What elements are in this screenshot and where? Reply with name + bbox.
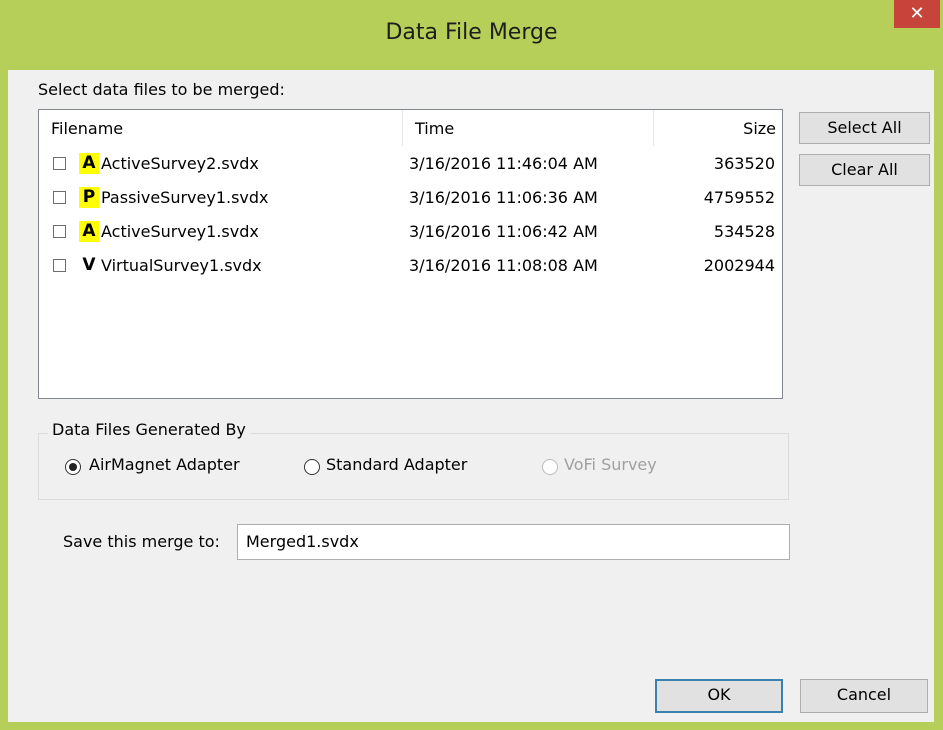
ok-button[interactable]: OK <box>655 679 783 713</box>
window-title: Data File Merge <box>385 20 558 45</box>
file-checkbox[interactable] <box>53 225 66 238</box>
file-size: 363520 <box>713 154 775 173</box>
file-time: 3/16/2016 11:08:08 AM <box>409 256 598 275</box>
file-size: 534528 <box>713 222 775 241</box>
file-row[interactable]: V VirtualSurvey1.svdx 3/16/2016 11:08:08… <box>39 250 779 284</box>
file-name: ActiveSurvey1.svdx <box>101 222 259 241</box>
cancel-button[interactable]: Cancel <box>800 679 928 713</box>
file-checkbox[interactable] <box>53 191 66 204</box>
standard-adapter-label[interactable]: Standard Adapter <box>326 455 467 474</box>
file-name: VirtualSurvey1.svdx <box>101 256 262 275</box>
airmagnet-adapter-radio[interactable] <box>65 459 81 475</box>
column-header-size[interactable]: Size <box>743 110 776 146</box>
save-merge-input[interactable]: Merged1.svdx <box>237 524 790 560</box>
file-name: ActiveSurvey2.svdx <box>101 154 259 173</box>
file-row[interactable]: P PassiveSurvey1.svdx 3/16/2016 11:06:36… <box>39 182 779 216</box>
file-checkbox[interactable] <box>53 259 66 272</box>
title-bar[interactable]: Data File Merge ✕ <box>0 0 943 70</box>
standard-adapter-radio[interactable] <box>304 459 320 475</box>
vofi-survey-radio <box>542 459 558 475</box>
dialog-body: Select data files to be merged: Filename… <box>8 70 934 722</box>
radio-selected-dot <box>69 463 77 471</box>
select-all-button[interactable]: Select All <box>799 112 930 144</box>
file-list[interactable]: Filename Time Size A ActiveSurvey2.svdx … <box>38 109 783 399</box>
dialog-window: Data File Merge ✕ Select data files to b… <box>0 0 943 730</box>
column-divider[interactable] <box>402 110 403 146</box>
virtual-survey-icon: V <box>82 255 96 275</box>
file-row[interactable]: A ActiveSurvey2.svdx 3/16/2016 11:46:04 … <box>39 148 779 182</box>
file-name: PassiveSurvey1.svdx <box>101 188 269 207</box>
file-size: 2002944 <box>703 256 775 275</box>
close-icon: ✕ <box>909 3 925 24</box>
file-size: 4759552 <box>703 188 775 207</box>
clear-all-button[interactable]: Clear All <box>799 154 930 186</box>
save-merge-label: Save this merge to: <box>63 532 220 551</box>
active-survey-icon: A <box>79 153 99 174</box>
column-header-filename[interactable]: Filename <box>51 110 123 146</box>
column-divider[interactable] <box>653 110 654 146</box>
generated-by-legend: Data Files Generated By <box>48 420 250 439</box>
vofi-survey-label: VoFi Survey <box>564 455 657 474</box>
file-time: 3/16/2016 11:06:36 AM <box>409 188 598 207</box>
file-row[interactable]: A ActiveSurvey1.svdx 3/16/2016 11:06:42 … <box>39 216 779 250</box>
close-button[interactable]: ✕ <box>894 0 940 28</box>
file-time: 3/16/2016 11:06:42 AM <box>409 222 598 241</box>
airmagnet-adapter-label[interactable]: AirMagnet Adapter <box>89 455 240 474</box>
active-survey-icon: A <box>79 221 99 242</box>
files-section-label: Select data files to be merged: <box>38 80 285 99</box>
file-time: 3/16/2016 11:46:04 AM <box>409 154 598 173</box>
column-header-time[interactable]: Time <box>415 110 454 146</box>
file-checkbox[interactable] <box>53 157 66 170</box>
passive-survey-icon: P <box>79 187 99 208</box>
